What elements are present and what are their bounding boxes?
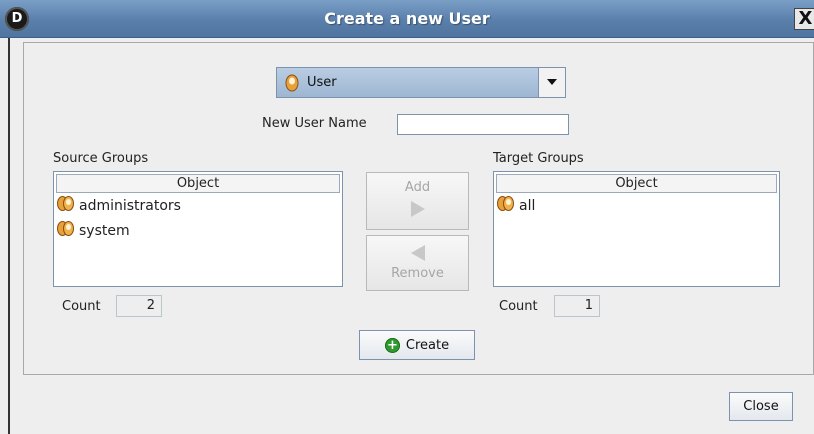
group-icon (497, 195, 514, 216)
add-button-label: Add (404, 180, 431, 195)
group-icon (57, 195, 74, 216)
arrow-left-icon (410, 245, 425, 261)
source-column-header[interactable]: Object (56, 174, 340, 193)
source-count-value: 2 (116, 295, 162, 317)
list-item[interactable]: system (54, 218, 342, 243)
target-count-label: Count (499, 299, 538, 314)
user-icon (284, 74, 300, 96)
user-type-select[interactable]: User (276, 67, 566, 98)
target-column-header[interactable]: Object (496, 174, 777, 193)
list-item[interactable]: administrators (54, 193, 342, 218)
new-user-name-input[interactable] (397, 114, 569, 135)
create-button-label: Create (405, 337, 450, 353)
source-groups-title: Source Groups (53, 151, 149, 166)
window-close-button[interactable]: X (794, 8, 814, 30)
user-type-value: User (307, 75, 337, 90)
window-frame-edge (8, 38, 10, 434)
arrow-right-icon (410, 201, 425, 217)
title-bar[interactable]: D Create a new User X (0, 0, 814, 38)
list-item-label: all (519, 197, 536, 214)
add-button[interactable]: Add (366, 172, 469, 230)
list-item-label: administrators (79, 197, 181, 214)
target-groups-title: Target Groups (493, 151, 584, 166)
remove-button[interactable]: Remove (366, 235, 469, 291)
plus-circle-icon: + (384, 337, 400, 353)
new-user-name-label: New User Name (262, 116, 367, 131)
source-count-label: Count (62, 299, 101, 314)
target-count-value: 1 (554, 295, 600, 317)
create-user-dialog: D Create a new User X User New User Name… (0, 0, 814, 434)
chevron-down-icon[interactable] (538, 68, 565, 97)
dialog-title: Create a new User (324, 9, 490, 28)
create-button[interactable]: + Create (359, 330, 475, 360)
close-button[interactable]: Close (729, 392, 793, 421)
source-groups-list[interactable]: Object administrators system (53, 171, 343, 287)
remove-button-label: Remove (391, 266, 444, 281)
list-item[interactable]: all (494, 193, 779, 218)
target-groups-list[interactable]: Object all (493, 171, 780, 287)
list-item-label: system (79, 222, 130, 239)
group-icon (57, 220, 74, 241)
